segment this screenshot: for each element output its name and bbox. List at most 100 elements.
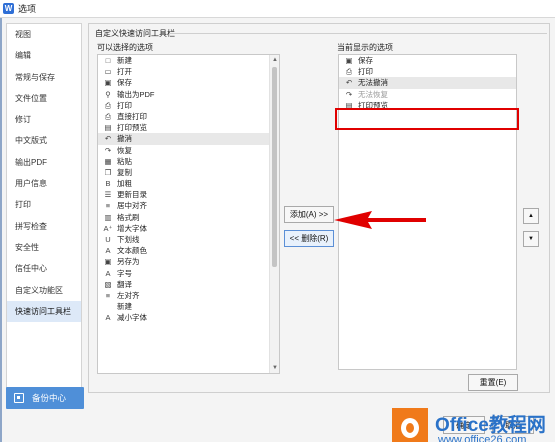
quick-access-toolbar-panel: 自定义快速访问工具栏 可以选择的选项 当前显示的选项 □ 新建 ▭ 打开 ▣ 保存 ⚲ 输出为… — [88, 23, 550, 393]
sidebar-item[interactable]: 修订 — [7, 109, 81, 130]
section-title: 自定义快速访问工具栏 — [95, 28, 179, 39]
available-list-item[interactable]: ❐ 复制 — [98, 167, 279, 178]
available-list-item[interactable]: B 加粗 — [98, 178, 279, 189]
redo-icon: ↷ — [345, 89, 353, 99]
available-list-item[interactable]: ⚲ 输出为PDF — [98, 89, 279, 100]
watermark-subtitle: www.office26.com — [438, 434, 527, 442]
sidebar-item[interactable]: 用户信息 — [7, 173, 81, 194]
available-list-item-label: 撤消 — [117, 134, 132, 144]
undo-icon: ↶ — [104, 134, 112, 144]
available-list-item[interactable]: □ 新建 — [98, 55, 279, 66]
available-list-item[interactable]: ▥ 格式刷 — [98, 212, 279, 223]
open-folder-icon: ▭ — [104, 67, 112, 77]
scroll-up-arrow-icon[interactable]: ▲ — [271, 56, 279, 64]
available-list-item[interactable]: ↶ 撤消 — [98, 133, 279, 145]
print-icon: ⎙ — [346, 67, 352, 77]
red-arrow-annotation — [334, 211, 426, 229]
backup-center-button[interactable]: 备份中心 — [6, 387, 84, 409]
sidebar-item[interactable]: 输出PDF — [7, 152, 81, 173]
sidebar-item[interactable]: 安全性 — [7, 237, 81, 258]
available-list-item[interactable]: 新建 — [98, 301, 279, 312]
available-list-item[interactable]: U 下划线 — [98, 234, 279, 245]
available-list-item[interactable]: ☰ 更新目录 — [98, 189, 279, 200]
current-list-item[interactable]: ↷ 无法恢复 — [339, 89, 516, 100]
print-preview-icon: ▤ — [104, 123, 112, 133]
available-list-item[interactable]: A⁺ 增大字体 — [98, 223, 279, 234]
reset-button[interactable]: 重置(E) — [468, 374, 518, 391]
move-down-button[interactable]: ▼ — [523, 231, 539, 247]
copy-icon: ❐ — [104, 167, 112, 177]
section-divider — [169, 33, 547, 34]
sidebar-item[interactable]: 常规与保存 — [7, 67, 81, 88]
available-list-item-label: 粘贴 — [117, 156, 132, 166]
current-list-item[interactable]: ↶ 无法撤消 — [339, 77, 516, 89]
sidebar-item[interactable]: 信任中心 — [7, 258, 81, 279]
available-list-item[interactable]: ⎙ 打印 — [98, 100, 279, 111]
available-list-item-label: 打印 — [117, 100, 132, 110]
options-dialog: 视图 编辑 常规与保存 文件位置 修订 中文版式 输出PDF 用户信息 打印 拼写检查 安全性 信任中… — [0, 18, 555, 442]
available-list-item[interactable]: A 减小字体 — [98, 312, 279, 323]
bold-icon: B — [105, 179, 111, 189]
center-align-icon: ≡ — [105, 201, 111, 211]
sidebar-item[interactable]: 打印 — [7, 194, 81, 215]
window-title: 选项 — [18, 4, 37, 14]
current-list-item-label: 保存 — [358, 56, 373, 65]
available-list-item[interactable]: ≡ 左对齐 — [98, 290, 279, 301]
sidebar-item[interactable]: 视图 — [7, 24, 81, 45]
scroll-down-arrow-icon[interactable]: ▼ — [271, 364, 279, 372]
available-list-scrollbar[interactable]: ▲ ▼ — [269, 55, 279, 373]
available-list-item-label: 格式刷 — [117, 212, 140, 222]
current-list-item[interactable]: ⎙ 打印 — [339, 66, 516, 77]
current-list-item-label: 无法撤消 — [358, 78, 388, 88]
available-list-item-label: 新建 — [117, 56, 132, 65]
underline-icon: U — [105, 235, 111, 244]
new-doc-icon: □ — [105, 56, 111, 65]
redo-icon: ↷ — [104, 145, 112, 155]
font-color-icon: A — [105, 246, 111, 256]
sidebar-item[interactable]: 中文版式 — [7, 130, 81, 151]
watermark-title: Office教程网 — [435, 415, 546, 436]
available-list-item[interactable]: A 文本颜色 — [98, 245, 279, 256]
available-list-item-label: 左对齐 — [117, 290, 140, 300]
available-list-item[interactable]: ▤ 打印预览 — [98, 122, 279, 133]
add-button[interactable]: 添加(A) >> — [284, 206, 334, 223]
available-list-item[interactable]: ▭ 打开 — [98, 66, 279, 77]
available-list-item[interactable]: ▧ 翻译 — [98, 279, 279, 290]
backup-center-label: 备份中心 — [32, 393, 67, 403]
current-list-item[interactable]: ▣ 保存 — [339, 55, 516, 66]
sidebar-item[interactable]: 编辑 — [7, 45, 81, 66]
available-list-item[interactable]: ▣ 保存 — [98, 77, 279, 88]
wps-app-icon: W — [3, 3, 14, 14]
sidebar-item[interactable]: 文件位置 — [7, 88, 81, 109]
update-toc-icon: ☰ — [104, 190, 112, 200]
available-list-item[interactable]: ⎙ 直接打印 — [98, 111, 279, 122]
sidebar-item[interactable]: 自定义功能区 — [7, 280, 81, 301]
undo-icon: ↶ — [345, 78, 353, 88]
scroll-thumb[interactable] — [272, 67, 277, 267]
direct-print-icon: ⎙ — [105, 111, 111, 121]
export-pdf-icon: ⚲ — [105, 89, 111, 99]
available-list-item-label: 字号 — [117, 268, 132, 278]
sidebar-item[interactable]: 快速访问工具栏 — [7, 300, 81, 323]
available-list-item-label: 加粗 — [117, 179, 132, 189]
available-list-item[interactable]: ↷ 恢复 — [98, 145, 279, 156]
available-list-item[interactable]: ▣ 另存为 — [98, 256, 279, 267]
format-painter-icon: ▥ — [104, 212, 112, 222]
paste-icon: ▦ — [104, 156, 112, 166]
sidebar-item[interactable]: 拼写检查 — [7, 216, 81, 237]
backup-icon — [14, 393, 24, 403]
available-list-item-label: 打开 — [117, 67, 132, 77]
available-list-item[interactable]: ≡ 居中对齐 — [98, 200, 279, 211]
available-list-item[interactable]: ▦ 粘贴 — [98, 156, 279, 167]
available-list-item-label: 文本颜色 — [117, 246, 147, 256]
translate-icon: ▧ — [104, 279, 112, 289]
available-list-item[interactable]: A 字号 — [98, 268, 279, 279]
left-align-icon: ≡ — [105, 290, 111, 300]
move-up-button[interactable]: ▲ — [523, 208, 539, 224]
available-list-item-label: 新建 — [117, 302, 132, 312]
available-list-item-label: 居中对齐 — [117, 201, 147, 211]
remove-button[interactable]: << 删除(R) — [284, 230, 334, 247]
available-list-item-label: 直接打印 — [117, 111, 147, 121]
available-list-item-label: 保存 — [117, 78, 132, 88]
available-options-list[interactable]: □ 新建 ▭ 打开 ▣ 保存 ⚲ 输出为PDF ⎙ 打印 ⎙ 直接打印 ▤ 打印预览 ↶ 撤消 ↷ 恢复 ▦ 粘贴 ❐ 复… — [97, 54, 280, 374]
